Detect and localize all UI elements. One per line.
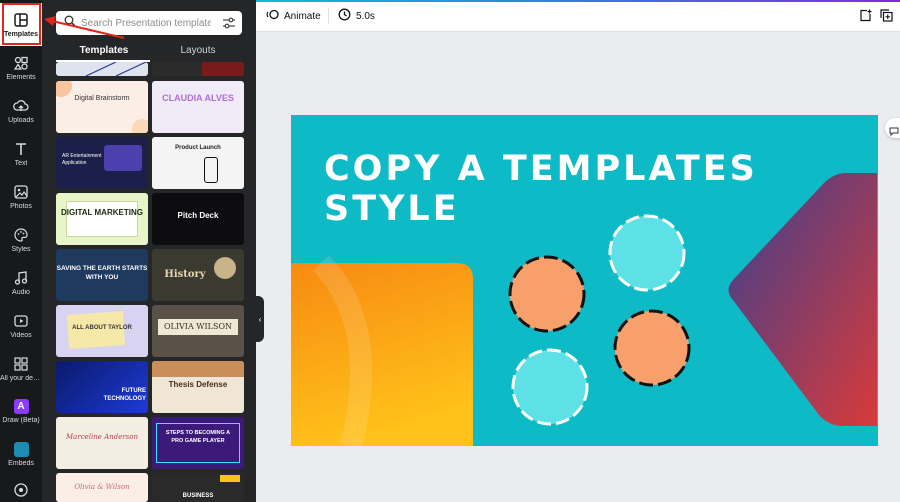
thumb-title: Product Launch: [175, 145, 221, 151]
highlight-box: [2, 3, 41, 45]
comment-icon: [889, 123, 899, 141]
thumb-title: Olivia & Wilson: [74, 483, 130, 491]
side-tab[interactable]: [885, 118, 900, 138]
rail-item-embeds[interactable]: Embeds: [0, 433, 42, 476]
rail-label: Draw (Beta): [2, 417, 40, 424]
uploads-icon: [13, 98, 29, 114]
rail-label: Videos: [10, 331, 32, 339]
editor-toolbar: Animate 5.0s: [256, 0, 900, 32]
rail-item-more[interactable]: [0, 476, 42, 502]
toolbar-divider: [328, 8, 329, 24]
template-thumb[interactable]: [152, 62, 244, 76]
template-thumb[interactable]: Digital Brainstorm: [56, 81, 148, 133]
thumb-title: Thesis Defense: [168, 380, 228, 389]
template-thumb[interactable]: Thesis Defense: [152, 361, 244, 413]
template-thumb[interactable]: [56, 62, 148, 76]
thumb-title: OLIVIA WILSON: [163, 322, 233, 331]
rail-item-uploads[interactable]: Uploads: [0, 89, 42, 132]
search-input[interactable]: [81, 17, 211, 29]
thumb-title: DIGITAL MARKETING: [61, 208, 143, 217]
thumb-title: ALL ABOUT TAYLOR: [72, 325, 132, 331]
templates-panel: Templates Layouts Digital Brainstorm CLA…: [42, 0, 256, 502]
add-page-icon[interactable]: [859, 9, 872, 27]
slide-title-line-2: STYLE: [324, 189, 460, 229]
elements-icon: [13, 55, 29, 71]
thumb-title: Pitch Deck: [177, 211, 219, 220]
template-thumb[interactable]: CLAUDIA ALVES: [152, 81, 244, 133]
rail-label: All your desi...: [0, 374, 42, 382]
template-thumb[interactable]: BUSINESS: [152, 473, 244, 502]
duration-label: 5.0s: [356, 10, 375, 22]
accent-bar: [256, 0, 900, 2]
slide-title-line-1: COPY A TEMPLATES: [324, 149, 758, 189]
template-thumb[interactable]: Olivia & Wilson: [56, 473, 148, 502]
duplicate-page-icon[interactable]: [880, 9, 893, 27]
rail-label: Embeds: [8, 460, 34, 467]
rail-label: Text: [14, 159, 28, 167]
thumb-title: Digital Brainstorm: [74, 95, 130, 102]
template-thumb[interactable]: Pitch Deck: [152, 193, 244, 245]
rail-item-photos[interactable]: Photos: [0, 175, 42, 218]
template-thumb[interactable]: Product Launch: [152, 137, 244, 189]
photos-icon: [13, 184, 29, 200]
thumb-title: SAVING THE EARTH STARTS WITH YOU: [56, 265, 148, 281]
template-thumb[interactable]: SAVING THE EARTH STARTS WITH YOU: [56, 249, 148, 301]
rail-item-all-designs[interactable]: All your desi...: [0, 347, 42, 390]
thumb-title: AR Entertainment Application: [62, 153, 102, 166]
rail-label: Styles: [11, 245, 31, 253]
rail-label: Uploads: [8, 116, 34, 124]
filter-icon[interactable]: [222, 16, 236, 35]
rail-item-text[interactable]: Text: [0, 132, 42, 175]
rail-label: Photos: [10, 202, 32, 210]
timer-icon: [338, 8, 351, 24]
search-box[interactable]: [56, 11, 242, 35]
rail-item-audio[interactable]: Audio: [0, 261, 42, 304]
apps-icon: [13, 356, 29, 372]
rail-item-draw[interactable]: A Draw (Beta): [0, 390, 42, 433]
collapse-panel-handle[interactable]: ‹: [256, 296, 264, 342]
thumb-title: BUSINESS: [182, 493, 214, 499]
duration-button[interactable]: 5.0s: [338, 8, 375, 24]
rail-label: Audio: [12, 288, 30, 296]
thumb-title: FUTURE TECHNOLOGY: [103, 388, 146, 402]
thumb-title: CLAUDIA ALVES: [162, 93, 234, 103]
slide-canvas[interactable]: COPY A TEMPLATES STYLE: [291, 115, 878, 446]
template-thumb[interactable]: Marceline Anderson: [56, 417, 148, 469]
panel-tabs: Templates Layouts: [42, 42, 256, 62]
rail-label: Elements: [6, 73, 36, 81]
tab-layouts[interactable]: Layouts: [148, 45, 248, 56]
thumb-title: STEPS TO BECOMING A PRO GAME PLAYER: [165, 430, 231, 444]
rail-item-videos[interactable]: Videos: [0, 304, 42, 347]
left-rail: Templates Elements Uploads Text Photos S…: [0, 0, 42, 502]
rail-item-elements[interactable]: Elements: [0, 46, 42, 89]
search-icon: [64, 14, 76, 32]
audio-icon: [13, 270, 29, 286]
chevron-left-icon: ‹: [258, 314, 262, 324]
animate-button[interactable]: Animate: [266, 8, 321, 24]
embeds-icon: [13, 442, 29, 457]
animate-icon: [266, 8, 279, 24]
animate-label: Animate: [284, 10, 321, 22]
template-thumb[interactable]: STEPS TO BECOMING A PRO GAME PLAYER: [152, 417, 244, 469]
tab-templates[interactable]: Templates: [54, 45, 154, 56]
template-thumb[interactable]: OLIVIA WILSON: [152, 305, 244, 357]
template-thumb[interactable]: DIGITAL MARKETING: [56, 193, 148, 245]
thumb-title: History: [164, 269, 206, 280]
thumb-title: Marceline Anderson: [66, 433, 138, 441]
template-thumb[interactable]: ALL ABOUT TAYLOR: [56, 305, 148, 357]
rail-item-styles[interactable]: Styles: [0, 218, 42, 261]
template-thumb[interactable]: FUTURE TECHNOLOGY: [56, 361, 148, 413]
text-icon: [13, 141, 29, 157]
slide-title[interactable]: COPY A TEMPLATES STYLE: [324, 149, 758, 229]
circle-app-icon: [13, 482, 29, 498]
styles-icon: [13, 227, 29, 243]
draw-icon: A: [13, 399, 29, 414]
template-thumb[interactable]: AR Entertainment Application: [56, 137, 148, 189]
template-thumb[interactable]: History: [152, 249, 244, 301]
videos-icon: [13, 313, 29, 329]
